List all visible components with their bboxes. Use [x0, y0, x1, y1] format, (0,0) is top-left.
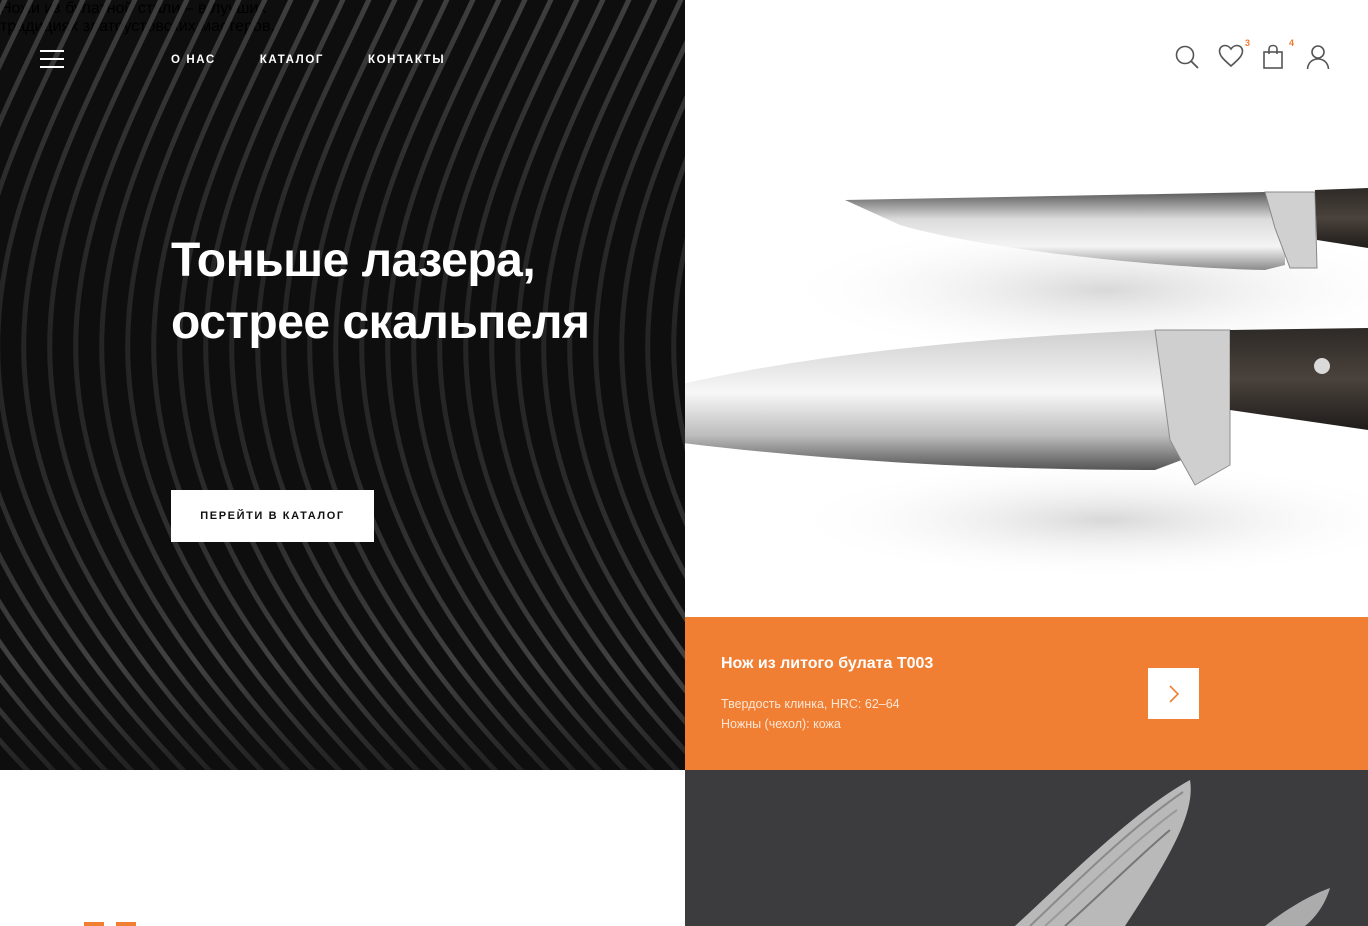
- favorites-heart-icon[interactable]: 3: [1218, 38, 1250, 74]
- next-product-button[interactable]: [1148, 668, 1199, 719]
- product-spec-hardness: Твердость клинка, HRC: 62–64: [721, 697, 900, 711]
- chevron-right-icon: [1168, 684, 1179, 703]
- wave-pattern-background: [0, 0, 685, 770]
- main-navigation: О НАС КАТАЛОГ КОНТАКТЫ: [171, 54, 445, 66]
- knives-product-image: [685, 188, 1368, 580]
- product-spec-sheath: Ножны (чехол): кожа: [721, 717, 841, 731]
- hero-title: Тоньше лазера, острее скальпеля: [171, 230, 671, 354]
- header-icons: 3 4: [1174, 38, 1332, 74]
- favorites-count-badge: 3: [1244, 38, 1250, 48]
- cart-count-badge: 4: [1288, 38, 1294, 48]
- search-icon[interactable]: [1174, 44, 1200, 74]
- hero-right-panel: 3 4: [685, 0, 1368, 617]
- nav-link-catalog[interactable]: КАТАЛОГ: [260, 54, 324, 66]
- bottom-left-section: [0, 770, 685, 926]
- hamburger-menu-icon[interactable]: [40, 48, 66, 72]
- accent-marks: [84, 922, 136, 926]
- go-to-catalog-button[interactable]: ПЕРЕЙТИ В КАТАЛОГ: [171, 490, 374, 542]
- damascus-blade-image: [685, 770, 1368, 926]
- damascus-knife-picture: [1015, 780, 1330, 926]
- featured-product-card: Нож из литого булата Т003 Твердость клин…: [685, 617, 1368, 770]
- nav-link-about[interactable]: О НАС: [171, 54, 216, 66]
- user-account-icon[interactable]: [1306, 44, 1332, 74]
- shopping-bag-icon[interactable]: 4: [1262, 38, 1294, 74]
- hero-title-line-2: острее скальпеля: [171, 296, 590, 349]
- product-name: Нож из литого булата Т003: [721, 655, 934, 672]
- nav-link-contacts[interactable]: КОНТАКТЫ: [368, 54, 445, 66]
- hero-left-panel: О НАС КАТАЛОГ КОНТАКТЫ Тоньше лазера, ос…: [0, 0, 685, 770]
- hero-title-line-1: Тоньше лазера,: [171, 234, 536, 287]
